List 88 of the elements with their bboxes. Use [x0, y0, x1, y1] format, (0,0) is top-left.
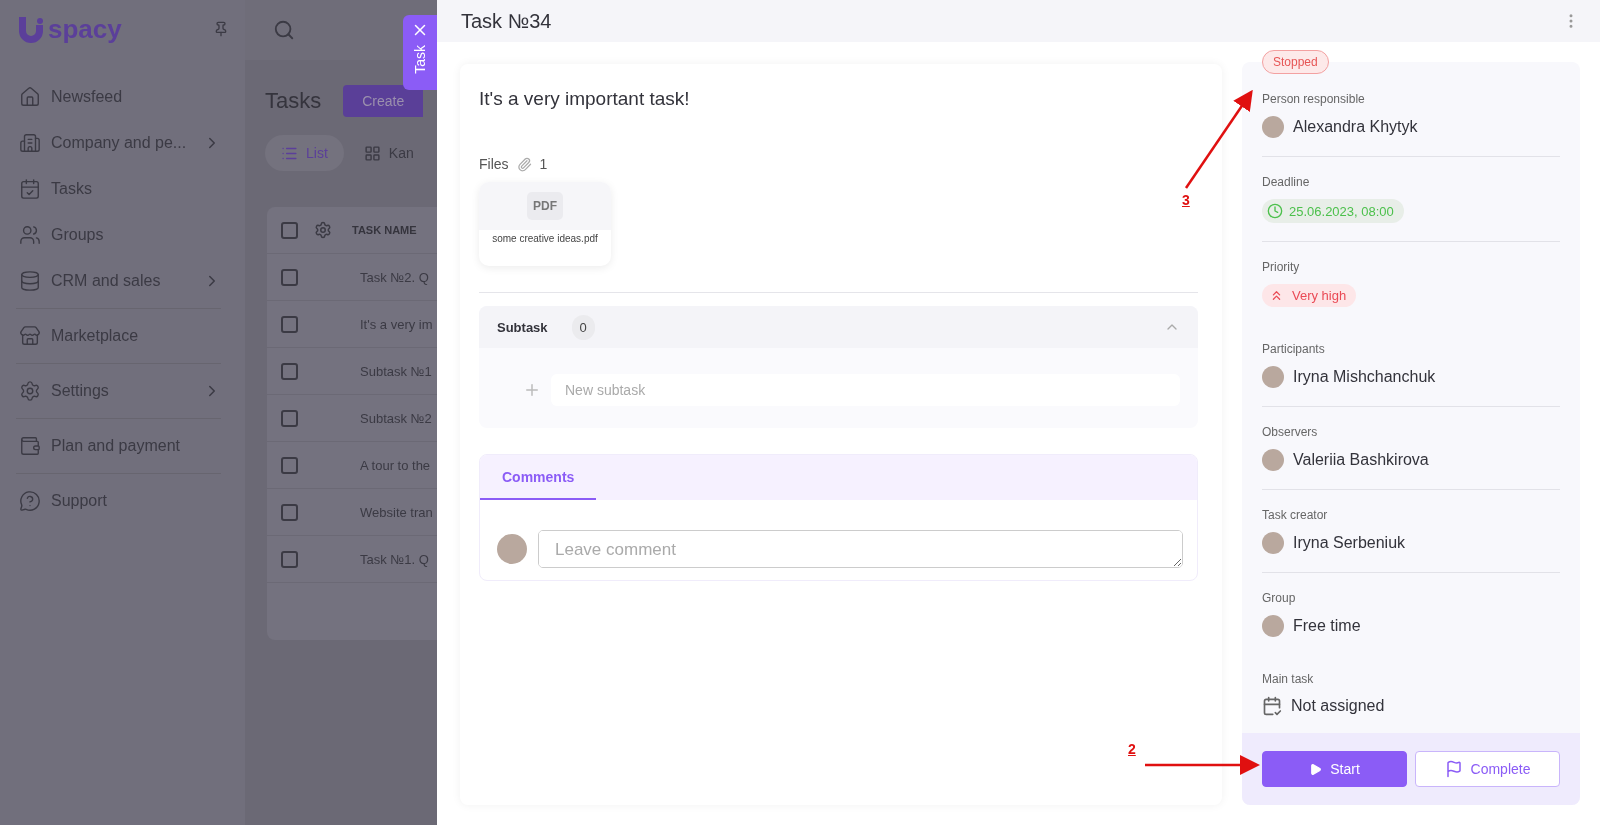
nav-icon [19, 86, 41, 108]
search-icon[interactable] [273, 19, 295, 41]
drawer-tab-label: Task [412, 45, 428, 74]
avatar-placeholder [1262, 366, 1284, 388]
table-cell: Website tran [360, 504, 433, 520]
table-cell: Subtask №1 [360, 363, 432, 379]
field-label: Deadline [1262, 175, 1311, 189]
table-cell: Task №1. Q [360, 551, 429, 567]
field-value: Alexandra Khytyk [1293, 118, 1418, 136]
field-value: Valeriia Bashkirova [1293, 451, 1429, 469]
avatar-placeholder [1262, 615, 1284, 637]
pin-icon[interactable] [213, 21, 229, 37]
checkbox[interactable] [281, 503, 298, 521]
task-description: It's a very important task! [479, 88, 691, 110]
avatar-placeholder [1262, 116, 1284, 138]
field-label: Group [1262, 591, 1297, 605]
nav-item[interactable]: Plan and payment [16, 423, 221, 469]
comment-field[interactable]: Leave comment [538, 530, 1183, 568]
task-title: Task №34 [461, 9, 552, 33]
settings-icon[interactable] [314, 221, 332, 239]
page-title: Tasks [265, 88, 322, 114]
start-button[interactable]: Start [1262, 751, 1407, 787]
table-cell: A tour to the [360, 457, 431, 473]
nav-item[interactable]: Company and pe... [16, 120, 221, 166]
checkbox[interactable] [281, 221, 298, 239]
checkbox[interactable] [281, 362, 298, 380]
field-value: Free time [1293, 617, 1361, 635]
avatar-placeholder [1262, 449, 1284, 471]
nav-icon [19, 490, 41, 512]
field-value: Not assigned [1291, 697, 1385, 715]
priority-chip[interactable]: Very high [1262, 284, 1357, 307]
deadline-chip[interactable]: 25.06.2023, 08:00 [1262, 199, 1404, 223]
subtask-label: Subtask [497, 319, 548, 335]
nav-icon [19, 224, 41, 246]
checkbox[interactable] [281, 315, 298, 333]
comments-tab[interactable]: Comments [480, 455, 597, 500]
table-cell: Task №2. Q [360, 269, 429, 285]
field-label: Observers [1262, 425, 1319, 439]
field-label: Priority [1262, 260, 1301, 274]
logo-icon [16, 14, 46, 44]
nav-icon [19, 380, 41, 402]
files-label: Files [479, 156, 509, 172]
new-subtask-field[interactable]: New subtask [551, 374, 1180, 406]
nav-item[interactable]: Settings [16, 368, 221, 414]
subtask-header[interactable]: Subtask 0 [479, 306, 1198, 348]
grid-icon [363, 144, 381, 162]
column-header: TASK NAME [352, 224, 417, 236]
nav-item[interactable]: Groups [16, 212, 221, 258]
create-button[interactable]: Create [343, 85, 424, 117]
checkbox[interactable] [281, 456, 298, 474]
checkbox[interactable] [281, 550, 298, 568]
nav-icon [19, 325, 41, 347]
nav-item[interactable]: CRM and sales [16, 258, 221, 304]
table-cell: Subtask №2 [360, 410, 432, 426]
clock-icon [1267, 203, 1283, 219]
drawer-tab[interactable]: Task [403, 15, 437, 90]
field-label: Main task [1262, 672, 1315, 686]
files-count: 1 [539, 156, 548, 172]
annotation-number: 3 [1182, 192, 1190, 208]
field-value: Iryna Mishchanchuk [1293, 368, 1436, 386]
table-cell: It's a very im [360, 316, 433, 332]
paperclip-icon [516, 156, 532, 172]
checkbox[interactable] [281, 409, 298, 427]
nav-item[interactable]: Support [16, 478, 221, 524]
checkbox[interactable] [281, 268, 298, 286]
complete-button[interactable]: Complete [1415, 751, 1560, 787]
nav-icon [19, 178, 41, 200]
annotation-number: 2 [1128, 741, 1136, 757]
file-name: some creative ideas.pdf [492, 233, 598, 244]
field-label: Task creator [1262, 508, 1329, 522]
avatar-placeholder [497, 534, 527, 564]
nav-icon [19, 435, 41, 457]
nav-item[interactable]: Tasks [16, 166, 221, 212]
field-label: Person responsible [1262, 92, 1366, 106]
nav-item[interactable]: Marketplace [16, 313, 221, 359]
status-badge: Stopped [1262, 50, 1329, 74]
nav-item[interactable]: Newsfeed [16, 74, 221, 120]
calendar-icon [1262, 696, 1282, 716]
plus-icon[interactable] [523, 381, 541, 399]
field-label: Participants [1262, 342, 1326, 356]
file-type-icon: PDF [527, 192, 563, 220]
subtask-count: 0 [571, 314, 595, 340]
nav-icon [19, 270, 41, 292]
play-icon [1309, 762, 1323, 776]
field-value: Iryna Serbeniuk [1293, 534, 1406, 552]
nav-icon [19, 132, 41, 154]
avatar-placeholder [1262, 532, 1284, 554]
flag-icon [1444, 760, 1463, 778]
